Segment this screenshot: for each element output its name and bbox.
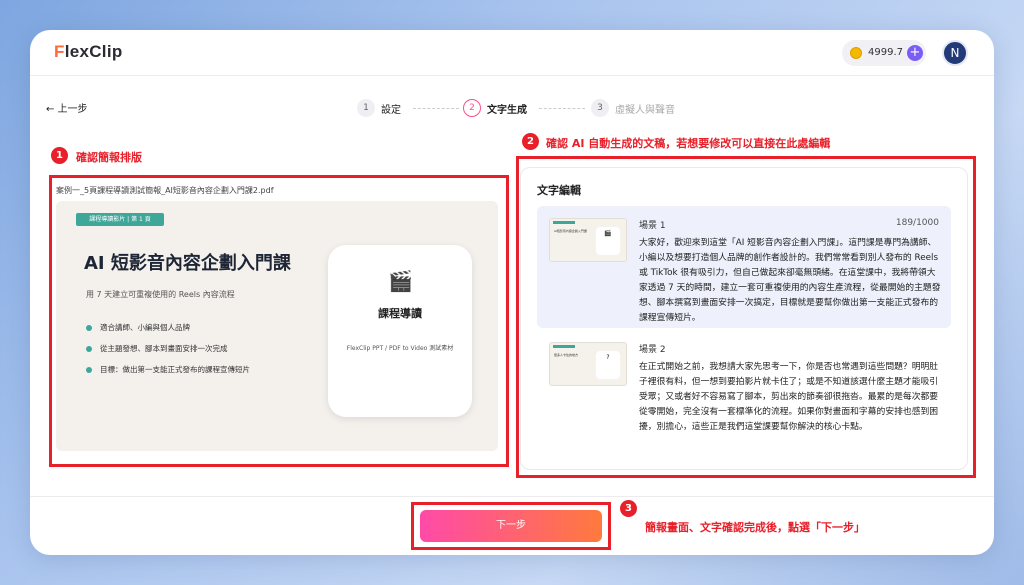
credits-pill[interactable]: 4999.7 + [842, 40, 926, 66]
add-credits-button[interactable]: + [907, 45, 923, 61]
thumb-title: 很多人卡住的地方 [554, 353, 579, 357]
scene-item[interactable]: 很多人卡住的地方 ? 場景 2 在正式開始之前，我想請大家先思考一下，你是否也常… [537, 330, 951, 456]
char-count: 189/1000 [895, 218, 939, 228]
flexclip-logo[interactable]: FlexClip [54, 42, 123, 62]
scene-name: 場景 2 [639, 345, 666, 355]
annotation-badge-1: 1 [51, 147, 68, 164]
step-number: 3 [591, 99, 609, 117]
avatar[interactable]: N [942, 40, 968, 66]
text-editor-panel: 文字編輯 AI短影音內容企劃入門課 🎬 場景 1 189/1000 大家好，歡迎… [520, 167, 968, 470]
credits-value: 4999.7 [868, 47, 903, 58]
slide-preview: 課程導讀影片 | 第 1 頁 AI 短影音內容企劃入門課 用 7 天建立可重複使… [56, 201, 498, 451]
annotation-text-3: 簡報畫面、文字確認完成後，點選「下一步」 [645, 521, 865, 534]
footer-divider [30, 496, 994, 497]
step-text-generation[interactable]: 2 文字生成 [463, 98, 527, 118]
pdf-filename: 案例一_5頁課程導讀測試簡報_AI短影音內容企劃入門課2.pdf [56, 186, 274, 195]
step-label: 虛擬人與聲音 [615, 104, 675, 116]
annotation-text-2: 確認 AI 自動生成的文稿，若想要修改可以直接在此處編輯 [546, 137, 831, 150]
back-button[interactable]: ← 上一步 [46, 100, 88, 115]
logo-text: lexClip [64, 42, 123, 61]
clapperboard-icon: 🎬 [388, 269, 413, 293]
step-settings[interactable]: 1 設定 [357, 98, 401, 118]
annotation-badge-3: 3 [620, 500, 637, 517]
step-avatar-voice[interactable]: 3 虛擬人與聲音 [591, 98, 675, 118]
slide-subtitle: 用 7 天建立可重複使用的 Reels 內容流程 [86, 290, 235, 299]
slide-bullet-text: 目標：做出第一支能正式發布的課程宣傳短片 [100, 365, 250, 374]
bullet-dot-icon [86, 367, 92, 373]
slide-card-title: 課程導讀 [378, 307, 422, 320]
step-label: 文字生成 [487, 104, 527, 116]
step-label: 設定 [381, 104, 401, 116]
slide-bullet-text: 適合講師、小編與個人品牌 [100, 323, 190, 332]
app-window: FlexClip 4999.7 + N ← 上一步 1 設定 2 文字生成 3 … [30, 30, 994, 555]
step-number: 2 [463, 99, 481, 117]
step-number: 1 [357, 99, 375, 117]
thumb-title: AI短影音內容企劃入門課 [554, 229, 587, 233]
slide-bullet: 從主題發想、腳本到畫面安排一次完成 [86, 343, 228, 354]
scene-item[interactable]: AI短影音內容企劃入門課 🎬 場景 1 189/1000 大家好，歡迎來到這堂「… [537, 206, 951, 328]
bullet-dot-icon [86, 325, 92, 331]
slide-card-footer: FlexClip PPT / PDF to Video 測試素材 [346, 345, 454, 352]
thumb-tag [553, 345, 575, 348]
step-divider [539, 108, 585, 109]
scene-name: 場景 1 [639, 221, 666, 231]
slide-card: 🎬 課程導讀 FlexClip PPT / PDF to Video 測試素材 [328, 245, 472, 417]
top-bar: FlexClip 4999.7 + N [30, 30, 994, 76]
slide-bullet: 適合講師、小編與個人品牌 [86, 322, 190, 333]
scene-thumbnail[interactable]: AI短影音內容企劃入門課 🎬 [549, 218, 627, 262]
slide-tag: 課程導讀影片 | 第 1 頁 [76, 213, 164, 226]
thumb-tag [553, 221, 575, 224]
editor-title: 文字編輯 [537, 184, 581, 197]
annotation-badge-2: 2 [522, 133, 539, 150]
scene-script-text[interactable]: 大家好，歡迎來到這堂「AI 短影音內容企劃入門課」。這門課是專門為講師、小編以及… [639, 236, 941, 326]
scene-script-text[interactable]: 在正式開始之前，我想請大家先思考一下，你是否也常遇到這些問題？明明肚子裡很有料，… [639, 360, 941, 435]
slide-bullet-text: 從主題發想、腳本到畫面安排一次完成 [100, 344, 228, 353]
scene-thumbnail[interactable]: 很多人卡住的地方 ? [549, 342, 627, 386]
bullet-dot-icon [86, 346, 92, 352]
logo-mark: F [54, 42, 65, 61]
next-step-button[interactable]: 下一步 [420, 510, 602, 542]
step-divider [413, 108, 459, 109]
slide-bullet: 目標：做出第一支能正式發布的課程宣傳短片 [86, 364, 250, 375]
coin-icon [850, 47, 862, 59]
annotation-text-1: 確認簡報排版 [76, 151, 142, 164]
thumb-card: ? [596, 351, 620, 379]
thumb-card: 🎬 [596, 227, 620, 255]
slide-title: AI 短影音內容企劃入門課 [84, 253, 291, 274]
